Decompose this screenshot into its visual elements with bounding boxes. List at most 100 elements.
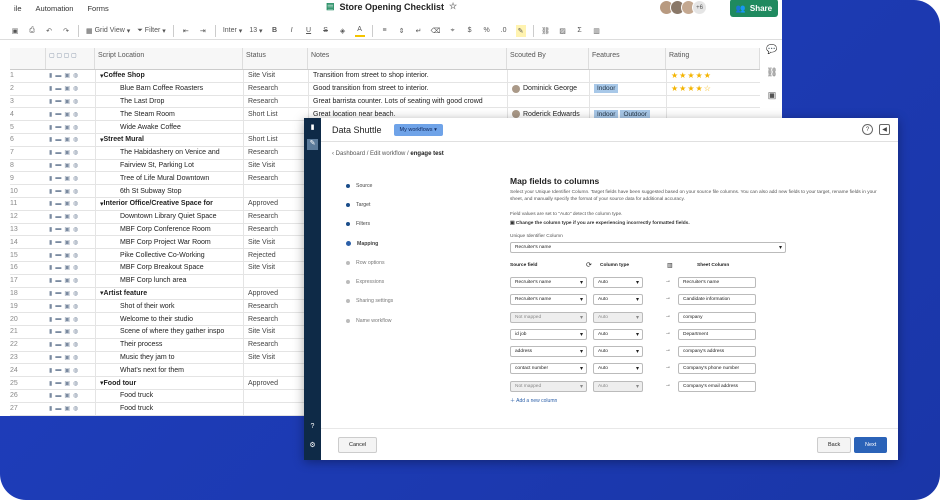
rating-cell[interactable]: ★★★★☆ bbox=[666, 82, 760, 95]
proof-icon[interactable]: ▣ bbox=[64, 188, 70, 195]
features-cell[interactable] bbox=[589, 95, 666, 108]
reminder-icon[interactable]: ◍ bbox=[73, 188, 78, 195]
comment-icon[interactable]: 💬 bbox=[766, 44, 777, 55]
share-button[interactable]: 👥 Share bbox=[730, 0, 778, 17]
reminder-icon[interactable]: ◍ bbox=[73, 111, 78, 118]
status-cell[interactable]: Research bbox=[243, 172, 308, 185]
scouted-by-cell[interactable]: Dominick George bbox=[507, 82, 589, 95]
script-location-cell[interactable]: Pike Collective Co-Working bbox=[95, 249, 243, 261]
indent-icon[interactable]: ⇤ bbox=[181, 25, 191, 37]
sheet-column-field[interactable]: Company's phone number bbox=[678, 363, 756, 375]
strikethrough-icon[interactable]: S bbox=[321, 25, 331, 37]
workflows-dropdown[interactable]: My workflows ▾ bbox=[393, 123, 443, 136]
attachment-icon[interactable]: ▮ bbox=[49, 162, 52, 169]
filter-dropdown[interactable]: ⏷ Filter ▾ bbox=[137, 25, 166, 37]
script-location-cell[interactable]: Their process bbox=[95, 338, 243, 351]
step-item[interactable]: Row options bbox=[346, 253, 393, 272]
attachment-icon[interactable]: ▮ bbox=[49, 380, 52, 387]
reminder-icon[interactable]: ◍ bbox=[73, 252, 78, 259]
outdent-icon[interactable]: ⇥ bbox=[198, 25, 208, 37]
status-cell[interactable] bbox=[243, 121, 308, 133]
status-cell[interactable] bbox=[243, 389, 308, 402]
comment-icon[interactable]: ▬ bbox=[55, 124, 61, 130]
help-icon[interactable]: ? bbox=[307, 423, 318, 434]
proof-icon[interactable]: ▣ bbox=[64, 303, 70, 310]
attachment-icon[interactable]: ▮ bbox=[49, 124, 52, 131]
source-field-select[interactable]: address bbox=[510, 346, 587, 358]
comment-icon[interactable]: ▬ bbox=[55, 303, 61, 309]
script-location-cell[interactable]: Downtown Library Quiet Space bbox=[95, 210, 243, 223]
reminder-icon[interactable]: ◍ bbox=[73, 405, 78, 412]
attachment-icon[interactable]: ▮ bbox=[49, 303, 52, 310]
star-icon[interactable]: ☆ bbox=[449, 1, 457, 12]
reminder-icon[interactable]: ◍ bbox=[73, 200, 78, 207]
sheet-title[interactable]: Store Opening Checklist bbox=[340, 2, 445, 12]
column-header-rating[interactable]: Rating bbox=[666, 48, 760, 69]
attachment-icon[interactable]: ▮ bbox=[49, 239, 52, 246]
source-field-select[interactable]: Recruiter's name bbox=[510, 294, 587, 306]
proof-icon[interactable]: ▣ bbox=[64, 405, 70, 412]
comment-icon[interactable]: ▬ bbox=[55, 86, 61, 92]
proof-icon[interactable]: ▣ bbox=[64, 392, 70, 399]
step-item[interactable]: Filters bbox=[346, 215, 393, 234]
column-header-script[interactable]: Script Location bbox=[95, 48, 243, 69]
attachment-icon[interactable]: ▮ bbox=[49, 277, 52, 284]
sheet-column-field[interactable]: company bbox=[678, 311, 756, 323]
step-item[interactable]: Sharing settings bbox=[346, 292, 393, 311]
script-location-cell[interactable]: Food truck bbox=[95, 389, 243, 402]
proof-icon[interactable]: ▣ bbox=[64, 226, 70, 233]
attachment-icon[interactable]: ▮ bbox=[49, 111, 52, 118]
table-row[interactable]: 1 ▮ ▬ ▣ ◍ ▾ Coffee Shop Site Visit Transition f… bbox=[10, 70, 760, 83]
proof-icon[interactable]: ▣ bbox=[64, 136, 70, 143]
comment-icon[interactable]: ▬ bbox=[55, 150, 61, 156]
script-location-cell[interactable]: Music they jam to bbox=[95, 351, 243, 364]
status-cell[interactable]: Approved bbox=[243, 287, 308, 300]
attachment-icon[interactable]: ▣ bbox=[768, 90, 777, 101]
proof-icon[interactable]: ▣ bbox=[64, 367, 70, 374]
status-cell[interactable]: Research bbox=[243, 210, 308, 223]
attachment-icon[interactable]: ▮ bbox=[49, 316, 52, 323]
source-field-select[interactable]: id job bbox=[510, 328, 587, 340]
comment-icon[interactable]: ▬ bbox=[55, 354, 61, 360]
font-dropdown[interactable]: Inter ▾ bbox=[223, 25, 242, 37]
percent-icon[interactable]: % bbox=[482, 25, 492, 37]
breadcrumb-edit[interactable]: Edit workflow bbox=[370, 151, 405, 157]
attachment-icon[interactable]: ▮ bbox=[49, 149, 52, 156]
proof-icon[interactable]: ▣ bbox=[64, 213, 70, 220]
script-location-cell[interactable]: Blue Barn Coffee Roasters bbox=[95, 82, 243, 95]
comment-icon[interactable]: ▬ bbox=[55, 265, 61, 271]
comment-icon[interactable]: ▬ bbox=[55, 278, 61, 284]
grid-view-dropdown[interactable]: ▦ Grid View ▾ bbox=[86, 25, 130, 37]
comment-icon[interactable]: ▬ bbox=[55, 201, 61, 207]
proof-icon[interactable]: ▣ bbox=[64, 341, 70, 348]
comment-icon[interactable]: ▬ bbox=[55, 73, 61, 79]
step-item[interactable]: Mapping bbox=[346, 234, 393, 253]
reminder-icon[interactable]: ◍ bbox=[73, 354, 78, 361]
status-cell[interactable] bbox=[243, 274, 308, 287]
comment-icon[interactable]: ▬ bbox=[55, 380, 61, 386]
wrap-icon[interactable]: ↵ bbox=[414, 25, 424, 37]
status-cell[interactable] bbox=[243, 364, 308, 377]
script-location-cell[interactable]: What's next for them bbox=[95, 364, 243, 377]
scouted-by-cell[interactable] bbox=[507, 70, 589, 82]
redo-icon[interactable]: ↷ bbox=[61, 25, 71, 37]
scouted-by-cell[interactable] bbox=[507, 95, 589, 108]
attachment-icon[interactable]: ▮ bbox=[49, 405, 52, 412]
comment-icon[interactable]: ▬ bbox=[55, 188, 61, 194]
proof-icon[interactable]: ▣ bbox=[64, 124, 70, 131]
reminder-icon[interactable]: ◍ bbox=[73, 367, 78, 374]
comment-icon[interactable]: ▬ bbox=[55, 162, 61, 168]
script-location-cell[interactable]: MBF Corp lunch area bbox=[95, 274, 243, 287]
script-location-cell[interactable]: Food truck bbox=[95, 402, 243, 415]
link-icon[interactable]: ⛓ bbox=[541, 25, 551, 37]
proof-icon[interactable]: ▣ bbox=[64, 85, 70, 92]
proof-icon[interactable]: ▣ bbox=[64, 175, 70, 182]
bold-icon[interactable]: B bbox=[270, 25, 280, 37]
proof-icon[interactable]: ▣ bbox=[64, 98, 70, 105]
column-type-select[interactable]: Auto bbox=[593, 311, 643, 323]
column-header-notes[interactable]: Notes bbox=[308, 48, 507, 69]
link-icon[interactable]: ⛓ bbox=[766, 67, 777, 78]
help-icon[interactable]: ? bbox=[862, 124, 873, 135]
status-cell[interactable] bbox=[243, 185, 308, 197]
proof-icon[interactable]: ▣ bbox=[64, 200, 70, 207]
